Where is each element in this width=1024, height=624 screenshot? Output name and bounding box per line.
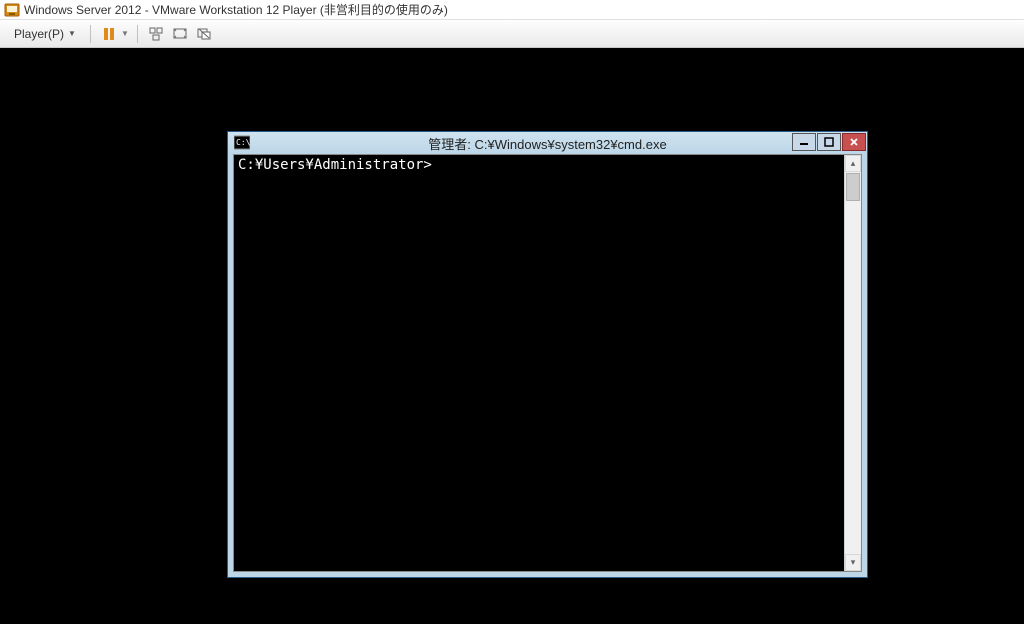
- svg-text:C:\: C:\: [236, 138, 250, 147]
- dropdown-icon: ▼: [68, 29, 76, 38]
- scrollbar-thumb[interactable]: [846, 173, 860, 201]
- minimize-button[interactable]: [792, 133, 816, 151]
- maximize-button[interactable]: [817, 133, 841, 151]
- close-button[interactable]: [842, 133, 866, 151]
- cmd-window[interactable]: C:\ 管理者: C:¥Windows¥system32¥cmd.exe C:¥…: [227, 131, 868, 578]
- vmware-titlebar: Windows Server 2012 - VMware Workstation…: [0, 0, 1024, 20]
- dropdown-icon[interactable]: ▼: [121, 29, 129, 38]
- cmd-titlebar[interactable]: C:\ 管理者: C:¥Windows¥system32¥cmd.exe: [228, 132, 867, 154]
- pause-button[interactable]: [99, 24, 119, 44]
- vm-display-area[interactable]: C:\ 管理者: C:¥Windows¥system32¥cmd.exe C:¥…: [0, 48, 1024, 624]
- cmd-window-controls: [792, 132, 867, 152]
- cmd-body: C:¥Users¥Administrator> ▴ ▾: [233, 154, 862, 572]
- cmd-scrollbar[interactable]: ▴ ▾: [844, 155, 861, 571]
- player-menu-label: Player(P): [14, 27, 64, 41]
- toolbar-separator: [90, 25, 91, 43]
- cmd-terminal[interactable]: C:¥Users¥Administrator>: [234, 155, 844, 571]
- cmd-prompt-line: C:¥Users¥Administrator>: [238, 157, 432, 173]
- scrollbar-track[interactable]: [845, 202, 861, 554]
- scroll-down-button[interactable]: ▾: [845, 554, 861, 571]
- vmware-app-icon: [4, 2, 20, 18]
- scroll-up-button[interactable]: ▴: [845, 155, 861, 172]
- toolbar-separator: [137, 25, 138, 43]
- vmware-title-text: Windows Server 2012 - VMware Workstation…: [24, 1, 448, 18]
- vmware-toolbar: Player(P) ▼ ▼: [0, 20, 1024, 48]
- player-menu[interactable]: Player(P) ▼: [8, 25, 82, 43]
- down-arrow-icon: ▾: [851, 557, 856, 568]
- up-arrow-icon: ▴: [851, 158, 856, 169]
- send-ctrl-alt-del-button[interactable]: [146, 24, 166, 44]
- cmd-title-text: 管理者: C:¥Windows¥system32¥cmd.exe: [228, 134, 867, 153]
- cmd-icon: C:\: [234, 135, 250, 151]
- fullscreen-button[interactable]: [170, 24, 190, 44]
- unity-button[interactable]: [194, 24, 214, 44]
